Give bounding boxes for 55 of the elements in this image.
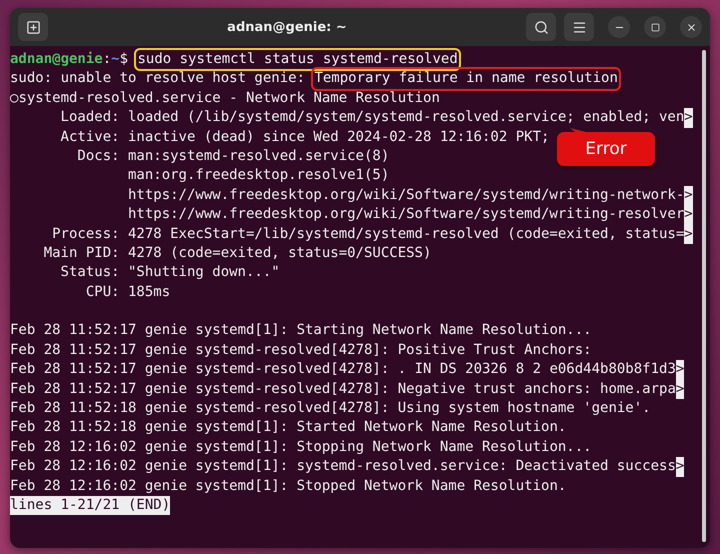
log-line: Feb 28 11:52:17 genie systemd-resolved[4278]: Positive Trust Anchors: xyxy=(10,340,592,360)
log-line: Feb 28 12:16:02 genie systemd[1]: Stopping Network Name Resolution... xyxy=(10,438,592,457)
log-line: Feb 28 12:16:02 genie systemd[1]: systemd-resolved.service: Deactivated success xyxy=(10,457,676,476)
log-line: Feb 28 11:52:18 genie systemd[1]: Started Network Name Resolution. xyxy=(10,418,566,438)
property-value: 4278 ExecStart=/lib/systemd/systemd-resolved (code=exited, status= xyxy=(128,224,684,244)
new-tab-button[interactable] xyxy=(18,13,48,41)
property-value: loaded (/lib/systemd/system/systemd-resolved.service; enabled; ven xyxy=(128,108,684,128)
property-value: man:org.freedesktop.resolve1(5) xyxy=(128,166,390,186)
truncation-marker: > xyxy=(684,224,693,244)
maximize-icon xyxy=(650,22,660,32)
status-symbol: ○ xyxy=(10,88,18,108)
property-value: https://www.freedesktop.org/wiki/Software/systemd/writing-network- xyxy=(128,186,684,205)
menu-button[interactable] xyxy=(564,13,594,41)
pager-status: lines 1-21/21 (END) xyxy=(10,496,170,516)
truncation-marker: > xyxy=(676,457,684,477)
log-line: Feb 28 11:52:17 genie systemd[1]: Starting Network Name Resolution... xyxy=(10,321,592,340)
truncation-marker: > xyxy=(676,380,684,400)
prompt-symbol: $ xyxy=(120,50,128,69)
property-label: Active: xyxy=(60,128,120,147)
truncation-marker: > xyxy=(684,108,693,128)
maximize-button[interactable] xyxy=(644,16,666,38)
search-button[interactable] xyxy=(526,13,556,41)
service-title: systemd-resolved.service - Network Name Resolution xyxy=(18,88,440,108)
close-icon xyxy=(686,22,696,32)
property-value: https://www.freedesktop.org/wiki/Software/systemd/writing-resolver xyxy=(128,205,684,224)
prompt-separator: : xyxy=(102,50,112,69)
log-line: Feb 28 11:52:18 genie systemd-resolved[4278]: Using system hostname 'genie'. xyxy=(10,399,651,418)
truncation-marker: > xyxy=(684,205,693,225)
error-text: Temporary failure in name resolution xyxy=(313,69,619,89)
property-label: Status: xyxy=(60,263,120,282)
log-line: Feb 28 11:52:17 genie systemd-resolved[4278]: . IN DS 20326 8 2 e06d44b80b8f1d3 xyxy=(10,360,676,380)
command-text: sudo systemctl status systemd-resolved xyxy=(136,50,459,70)
property-value: 185ms xyxy=(128,282,170,302)
prompt-user: adnan@genie xyxy=(10,50,103,69)
property-value: inactive (dead) since Wed 2024-02-28 12:16:02 PKT; xyxy=(128,128,550,147)
search-icon xyxy=(534,20,548,34)
warning-text: sudo: unable to resolve host genie: xyxy=(10,69,306,88)
property-label: Docs: xyxy=(76,146,120,166)
property-value: "Shutting down..." xyxy=(128,263,280,282)
log-line: Feb 28 11:52:17 genie systemd-resolved[4278]: Negative trust anchors: home.arpa xyxy=(10,380,676,399)
error-callout: Error xyxy=(557,132,655,166)
property-label: Loaded: xyxy=(60,108,120,128)
truncation-marker: > xyxy=(676,360,684,380)
window-title: adnan@genie: ~ xyxy=(226,20,348,34)
property-value: 4278 (code=exited, status=0/SUCCESS) xyxy=(128,244,432,263)
property-label: CPU: xyxy=(84,282,120,302)
property-value: man:systemd-resolved.service(8) xyxy=(128,146,390,166)
log-line: Feb 28 12:16:02 genie systemd[1]: Stopped Network Name Resolution. xyxy=(10,476,566,496)
property-label: Process: xyxy=(51,224,120,244)
menu-icon xyxy=(572,20,586,34)
truncation-marker: > xyxy=(684,186,693,206)
prompt-path: ~ xyxy=(111,50,120,69)
property-label: Main PID: xyxy=(42,244,120,263)
close-button[interactable] xyxy=(680,16,702,38)
plus-square-icon xyxy=(26,20,40,34)
